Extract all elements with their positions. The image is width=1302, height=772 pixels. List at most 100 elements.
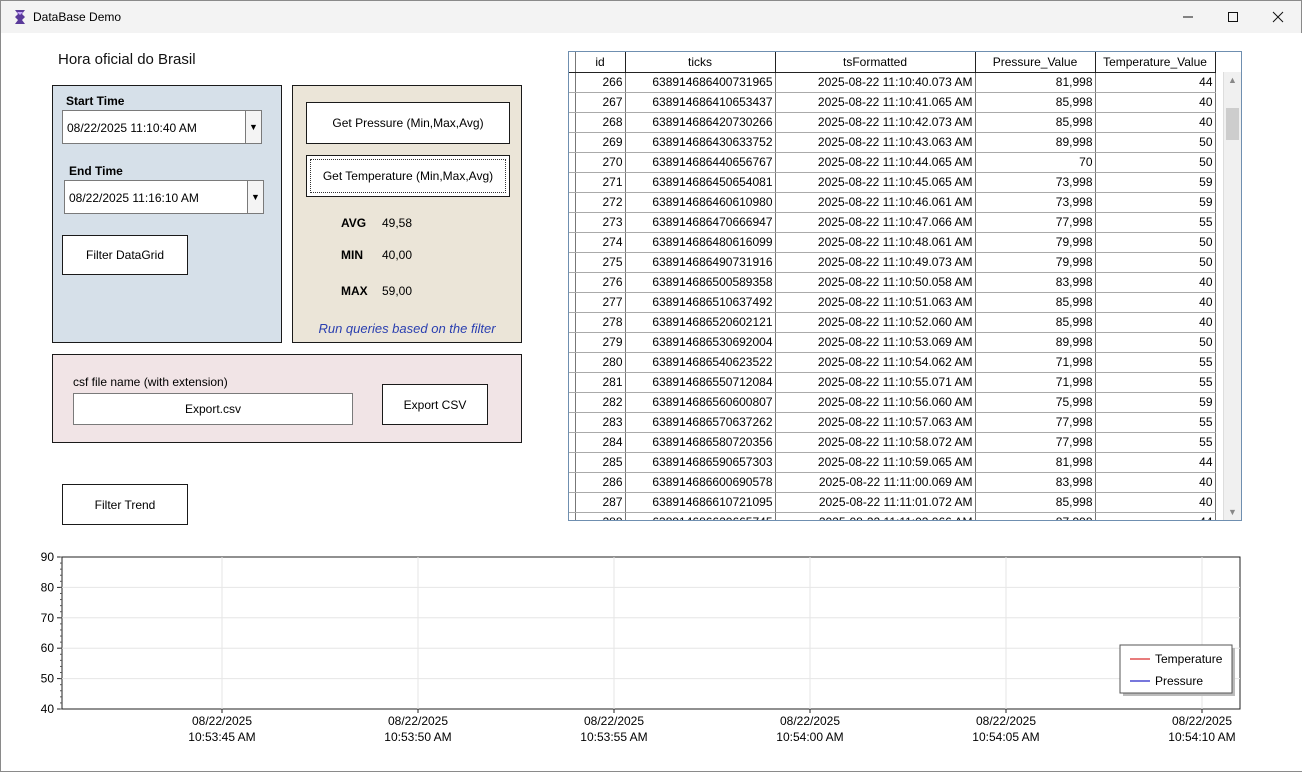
cell-tsformatted[interactable]: 2025-08-22 11:11:01.072 AM bbox=[775, 492, 976, 513]
cell-pressure[interactable]: 81,998 bbox=[975, 72, 1096, 93]
chevron-down-icon[interactable]: ▼ bbox=[1224, 504, 1241, 520]
cell-id[interactable]: 284 bbox=[575, 432, 626, 453]
cell-ticks[interactable]: 638914686540623522 bbox=[625, 352, 776, 373]
cell-ticks[interactable]: 638914686480616099 bbox=[625, 232, 776, 253]
cell-pressure[interactable]: 85,998 bbox=[975, 92, 1096, 113]
cell-tsformatted[interactable]: 2025-08-22 11:10:52.060 AM bbox=[775, 312, 976, 333]
cell-ticks[interactable]: 638914686410653437 bbox=[625, 92, 776, 113]
cell-tsformatted[interactable]: 2025-08-22 11:10:45.065 AM bbox=[775, 172, 976, 193]
cell-temperature[interactable]: 50 bbox=[1095, 132, 1216, 153]
cell-tsformatted[interactable]: 2025-08-22 11:10:58.072 AM bbox=[775, 432, 976, 453]
table-row[interactable]: 271 638914686450654081 2025-08-22 11:10:45… bbox=[569, 172, 1216, 193]
grid-scrollbar[interactable]: ▲ ▼ bbox=[1223, 72, 1241, 520]
table-row[interactable]: 268 638914686420730266 2025-08-22 11:10:42… bbox=[569, 112, 1216, 133]
cell-tsformatted[interactable]: 2025-08-22 11:10:48.061 AM bbox=[775, 232, 976, 253]
export-csv-button[interactable]: Export CSV bbox=[382, 384, 488, 425]
cell-ticks[interactable]: 638914686590657303 bbox=[625, 452, 776, 473]
column-header-id[interactable]: id bbox=[575, 52, 626, 73]
chevron-up-icon[interactable]: ▲ bbox=[1224, 72, 1241, 88]
table-row[interactable]: 274 638914686480616099 2025-08-22 11:10:48… bbox=[569, 232, 1216, 253]
cell-ticks[interactable]: 638914686570637262 bbox=[625, 412, 776, 433]
cell-pressure[interactable]: 85,998 bbox=[975, 292, 1096, 313]
table-row[interactable]: 269 638914686430633752 2025-08-22 11:10:43… bbox=[569, 132, 1216, 153]
cell-id[interactable]: 278 bbox=[575, 312, 626, 333]
table-row[interactable]: 270 638914686440656767 2025-08-22 11:10:44… bbox=[569, 152, 1216, 173]
cell-temperature[interactable]: 50 bbox=[1095, 252, 1216, 273]
cell-pressure[interactable]: 79,998 bbox=[975, 252, 1096, 273]
cell-ticks[interactable]: 638914686520602121 bbox=[625, 312, 776, 333]
cell-ticks[interactable]: 638914686610721095 bbox=[625, 492, 776, 513]
table-row[interactable]: 2886389146866206657452025-08-22 11:11:02… bbox=[569, 512, 1216, 520]
cell-pressure[interactable]: 70 bbox=[975, 152, 1096, 173]
cell-id[interactable]: 283 bbox=[575, 412, 626, 433]
cell-temperature[interactable]: 40 bbox=[1095, 92, 1216, 113]
cell-ticks[interactable]: 638914686420730266 bbox=[625, 112, 776, 133]
cell-ticks[interactable]: 638914686470666947 bbox=[625, 212, 776, 233]
cell-pressure[interactable]: 79,998 bbox=[975, 232, 1096, 253]
cell-temperature[interactable]: 40 bbox=[1095, 272, 1216, 293]
cell-temperature[interactable]: 55 bbox=[1095, 212, 1216, 233]
cell-ticks[interactable]: 638914686510637492 bbox=[625, 292, 776, 313]
cell-temperature[interactable]: 55 bbox=[1095, 432, 1216, 453]
cell-id[interactable]: 279 bbox=[575, 332, 626, 353]
cell-pressure[interactable]: 83,998 bbox=[975, 272, 1096, 293]
cell-temperature[interactable]: 40 bbox=[1095, 292, 1216, 313]
cell-temperature[interactable]: 50 bbox=[1095, 332, 1216, 353]
cell-pressure[interactable]: 77,998 bbox=[975, 212, 1096, 233]
cell-ticks[interactable]: 638914686450654081 bbox=[625, 172, 776, 193]
cell-temperature[interactable]: 55 bbox=[1095, 352, 1216, 373]
cell-tsformatted[interactable]: 2025-08-22 11:10:59.065 AM bbox=[775, 452, 976, 473]
title-bar[interactable]: DataBase Demo bbox=[1, 1, 1301, 33]
minimize-button[interactable] bbox=[1165, 1, 1211, 33]
cell-ticks[interactable]: 638914686500589358 bbox=[625, 272, 776, 293]
cell-temperature[interactable]: 59 bbox=[1095, 172, 1216, 193]
cell-tsformatted[interactable]: 2025-08-22 11:10:47.066 AM bbox=[775, 212, 976, 233]
cell-ticks[interactable]: 638914686440656767 bbox=[625, 152, 776, 173]
cell-temperature[interactable]: 59 bbox=[1095, 392, 1216, 413]
cell-tsformatted[interactable]: 2025-08-22 11:10:55.071 AM bbox=[775, 372, 976, 393]
table-row[interactable]: 281 638914686550712084 2025-08-22 11:10:55… bbox=[569, 372, 1216, 393]
cell-ticks[interactable]: 638914686490731916 bbox=[625, 252, 776, 273]
table-row[interactable]: 266 638914686400731965 2025-08-22 11:10:40… bbox=[569, 72, 1216, 93]
cell-temperature[interactable]: 50 bbox=[1095, 152, 1216, 173]
cell-id[interactable]: 286 bbox=[575, 472, 626, 493]
table-row[interactable]: 284 638914686580720356 2025-08-22 11:10:58… bbox=[569, 432, 1216, 453]
cell-id[interactable]: 285 bbox=[575, 452, 626, 473]
table-row[interactable]: 276 638914686500589358 2025-08-22 11:10:50… bbox=[569, 272, 1216, 293]
cell-pressure[interactable]: 71,998 bbox=[975, 372, 1096, 393]
table-row[interactable]: 273 638914686470666947 2025-08-22 11:10:47… bbox=[569, 212, 1216, 233]
column-header-temperature[interactable]: Temperature_Value bbox=[1095, 52, 1216, 73]
cell-ticks[interactable]: 638914686460610980 bbox=[625, 192, 776, 213]
table-row[interactable]: 286 638914686600690578 2025-08-22 11:11:00… bbox=[569, 472, 1216, 493]
cell-tsformatted[interactable]: 2025-08-22 11:10:50.058 AM bbox=[775, 272, 976, 293]
table-row[interactable]: 267 638914686410653437 2025-08-22 11:10:41… bbox=[569, 92, 1216, 113]
table-row[interactable]: 278 638914686520602121 2025-08-22 11:10:52… bbox=[569, 312, 1216, 333]
cell-id[interactable]: 275 bbox=[575, 252, 626, 273]
cell-pressure[interactable]: 85,998 bbox=[975, 112, 1096, 133]
get-temperature-button[interactable]: Get Temperature (Min,Max,Avg) bbox=[306, 155, 510, 197]
cell-tsformatted[interactable]: 2025-08-22 11:10:51.063 AM bbox=[775, 292, 976, 313]
cell-pressure[interactable]: 89,998 bbox=[975, 332, 1096, 353]
cell-tsformatted[interactable]: 2025-08-22 11:10:41.065 AM bbox=[775, 92, 976, 113]
table-row[interactable]: 282 638914686560600807 2025-08-22 11:10:56… bbox=[569, 392, 1216, 413]
cell-id[interactable]: 276 bbox=[575, 272, 626, 293]
cell-ticks[interactable]: 638914686560600807 bbox=[625, 392, 776, 413]
cell-id[interactable]: 277 bbox=[575, 292, 626, 313]
cell-temperature[interactable]: 55 bbox=[1095, 372, 1216, 393]
cell-tsformatted[interactable]: 2025-08-22 11:11:02.066 AM bbox=[775, 512, 976, 520]
maximize-button[interactable] bbox=[1210, 1, 1256, 33]
cell-tsformatted[interactable]: 2025-08-22 11:10:40.073 AM bbox=[775, 72, 976, 93]
cell-pressure[interactable]: 75,998 bbox=[975, 392, 1096, 413]
cell-temperature[interactable]: 44 bbox=[1095, 512, 1216, 520]
cell-id[interactable]: 267 bbox=[575, 92, 626, 113]
scrollbar-thumb[interactable] bbox=[1226, 108, 1239, 140]
cell-ticks[interactable]: 638914686620665745 bbox=[625, 512, 776, 520]
cell-id[interactable]: 273 bbox=[575, 212, 626, 233]
cell-id[interactable]: 282 bbox=[575, 392, 626, 413]
cell-id[interactable]: 269 bbox=[575, 132, 626, 153]
cell-temperature[interactable]: 40 bbox=[1095, 472, 1216, 493]
cell-id[interactable]: 280 bbox=[575, 352, 626, 373]
cell-pressure[interactable]: 83,998 bbox=[975, 472, 1096, 493]
cell-pressure[interactable]: 77,998 bbox=[975, 412, 1096, 433]
table-row[interactable]: 280 638914686540623522 2025-08-22 11:10:54… bbox=[569, 352, 1216, 373]
